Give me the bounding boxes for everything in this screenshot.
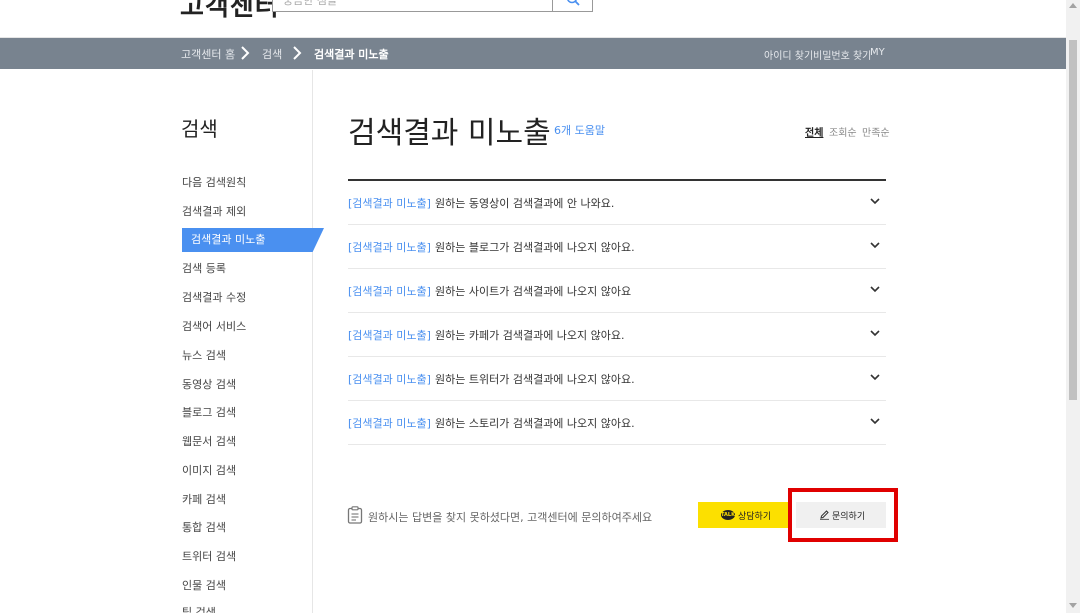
search-icon [567,0,580,6]
search-button[interactable] [552,0,593,12]
sidebar-item-video-search[interactable]: 동영상 검색 [182,373,236,397]
faq-category-tag: [검색결과 미노출] [348,373,431,386]
help-notice-text: 원하시는 답변을 찾지 못하셨다면, 고객센터에 문의하여주세요 [368,511,653,524]
sidebar-item-tip-search[interactable]: 팁 검색 [182,601,216,613]
consult-button-label: 상담하기 [738,512,772,522]
sidebar-item-search-registration[interactable]: 검색 등록 [182,257,226,281]
my-link[interactable]: MY [870,47,885,58]
faq-item[interactable]: [검색결과 미노출] 원하는 동영상이 검색결과에 안 나와요. [348,181,886,225]
search-input[interactable]: 궁금한 점을 [272,0,553,12]
find-password-link[interactable]: 비밀번호 찾기 [813,47,871,62]
faq-question[interactable]: 원하는 트위터가 검색결과에 나오지 않아요. [435,371,635,387]
help-count: 6개 도움말 [554,124,605,137]
sidebar-item-cafe-search[interactable]: 카페 검색 [182,488,226,512]
scrollbar[interactable] [1066,0,1080,613]
sidebar-item-webdoc-search[interactable]: 웹문서 검색 [182,430,236,454]
highlight-annotation-box [788,488,898,542]
search-placeholder: 궁금한 점을 [283,0,338,7]
consult-button[interactable]: TALK 상담하기 [698,502,788,528]
sidebar-item-news-search[interactable]: 뉴스 검색 [182,344,226,368]
faq-question[interactable]: 원하는 사이트가 검색결과에 나오지 않아요 [435,283,631,299]
top-header: 고객센터 궁금한 점을 [0,0,1066,38]
sidebar-item-people-search[interactable]: 인물 검색 [182,574,226,598]
sidebar-item-result-not-shown[interactable]: 검색결과 미노출 [182,228,324,252]
faq-item[interactable]: [검색결과 미노출] 원하는 트위터가 검색결과에 나오지 않아요. [348,357,886,401]
faq-question[interactable]: 원하는 블로그가 검색결과에 나오지 않아요. [435,239,635,255]
faq-item[interactable]: [검색결과 미노출] 원하는 카페가 검색결과에 나오지 않아요. [348,313,886,357]
faq-question[interactable]: 원하는 스토리가 검색결과에 나오지 않아요. [435,415,635,431]
faq-category-tag: [검색결과 미노출] [348,285,431,298]
chevron-down-icon[interactable] [868,328,882,340]
sidebar-item-search-principles[interactable]: 다음 검색원칙 [182,171,246,195]
sidebar-item-result-exclusion[interactable]: 검색결과 제외 [182,200,246,224]
navigation-bar: 고객센터 홈 검색 검색결과 미노출 아이디 찾기 비밀번호 찾기 MY [0,38,1066,69]
scroll-up-arrow-icon[interactable] [1069,3,1077,8]
chevron-down-icon[interactable] [868,416,882,428]
sidebar-item-twitter-search[interactable]: 트위터 검색 [182,545,236,569]
sidebar-item-result-edit[interactable]: 검색결과 수정 [182,286,246,310]
breadcrumb-search[interactable]: 검색 [262,46,282,62]
sidebar-title: 검색 [181,117,218,141]
find-id-link[interactable]: 아이디 찾기 [764,47,813,62]
faq-category-tag: [검색결과 미노출] [348,417,431,430]
sidebar-divider [312,70,313,613]
sidebar-item-image-search[interactable]: 이미지 검색 [182,459,236,483]
sort-satisfaction[interactable]: 만족순 [862,124,890,139]
faq-item[interactable]: [검색결과 미노출] 원하는 스토리가 검색결과에 나오지 않아요. [348,401,886,445]
faq-question[interactable]: 원하는 동영상이 검색결과에 안 나와요. [435,195,614,211]
chevron-down-icon[interactable] [868,372,882,384]
faq-category-tag: [검색결과 미노출] [348,329,431,342]
sidebar-item-integrated-search[interactable]: 통합 검색 [182,516,226,540]
site-logo[interactable]: 고객센터 [180,0,280,23]
scroll-down-arrow-icon[interactable] [1069,603,1077,608]
faq-item[interactable]: [검색결과 미노출] 원하는 사이트가 검색결과에 나오지 않아요 [348,269,886,313]
faq-question[interactable]: 원하는 카페가 검색결과에 나오지 않아요. [435,327,625,343]
chevron-down-icon[interactable] [868,284,882,296]
sidebar-item-keyword-service[interactable]: 검색어 서비스 [182,315,246,339]
kakaotalk-icon: TALK [721,510,735,520]
page-title: 검색결과 미노출 [348,116,551,151]
chevron-down-icon[interactable] [868,240,882,252]
sort-views[interactable]: 조회순 [829,124,857,139]
faq-category-tag: [검색결과 미노출] [348,197,431,210]
faq-item[interactable]: [검색결과 미노출] 원하는 블로그가 검색결과에 나오지 않아요. [348,225,886,269]
chevron-right-icon [293,46,302,60]
breadcrumb-home[interactable]: 고객센터 홈 [181,46,235,62]
breadcrumb-current: 검색결과 미노출 [314,48,389,61]
chevron-right-icon [241,46,250,60]
sort-all[interactable]: 전체 [805,124,823,139]
scrollbar-thumb[interactable] [1069,40,1077,400]
faq-category-tag: [검색결과 미노출] [348,241,431,254]
clipboard-icon [347,506,363,524]
chevron-down-icon[interactable] [868,196,882,208]
sidebar-item-blog-search[interactable]: 블로그 검색 [182,401,236,425]
